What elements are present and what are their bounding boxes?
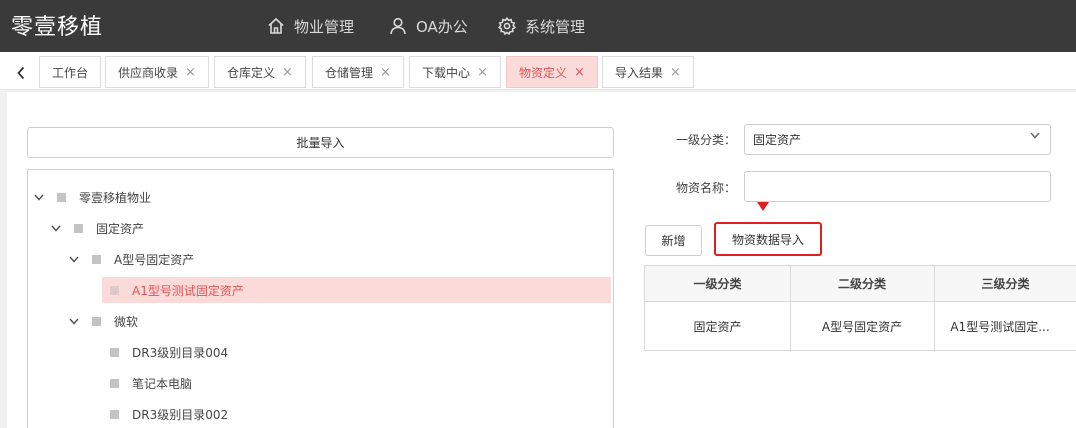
- tree-node-label: DR3级别目录002: [132, 407, 229, 422]
- user-icon: [390, 17, 406, 35]
- tab-label: 仓库定义: [227, 65, 276, 80]
- table-header: 一级分类 二级分类 三级分类: [645, 266, 1076, 302]
- chevron-down-icon[interactable]: [50, 225, 62, 232]
- tree-node-type-a[interactable]: A型号固定资产: [68, 246, 194, 272]
- batch-import-button[interactable]: 批量导入: [27, 127, 614, 158]
- folder-icon: [74, 223, 83, 233]
- folder-icon: [110, 347, 119, 357]
- tab-supplier[interactable]: 供应商收录 ×: [105, 56, 209, 88]
- nav-label: 物业管理: [294, 17, 355, 36]
- category-select-value: 固定资产: [753, 133, 802, 147]
- tab-download-center[interactable]: 下载中心 ×: [409, 56, 501, 88]
- folder-icon: [92, 254, 101, 264]
- tree-node-laptop[interactable]: 笔记本电脑: [110, 370, 192, 396]
- column-divider: [790, 266, 791, 352]
- tab-label: 下载中心: [422, 65, 471, 80]
- column-header: 三级分类: [981, 277, 1030, 291]
- tab-import-result[interactable]: 导入结果 ×: [602, 56, 694, 88]
- chevron-down-icon[interactable]: [33, 194, 45, 201]
- table-cell: 固定资产: [693, 319, 742, 334]
- tab-warehouse-definition[interactable]: 仓库定义 ×: [214, 56, 306, 88]
- material-table: 一级分类 二级分类 三级分类 固定资产 A型号固定资产 A1型号测试固定...: [644, 265, 1076, 352]
- column-header: 二级分类: [837, 277, 886, 291]
- tree-node-label: 固定资产: [96, 221, 145, 236]
- close-icon[interactable]: ×: [574, 65, 585, 80]
- tab-storage-management[interactable]: 仓储管理 ×: [312, 56, 404, 88]
- tabs-back-button[interactable]: [8, 59, 34, 87]
- tree-node-a1-selected[interactable]: A1型号测试固定资产: [102, 277, 611, 303]
- table-cell: A1型号测试固定...: [950, 319, 1050, 334]
- tree-node-label: A型号固定资产: [114, 252, 195, 267]
- tree-node-fixed-assets[interactable]: 固定资产: [50, 215, 144, 241]
- chevron-down-icon: [1030, 129, 1040, 142]
- column-divider: [934, 266, 935, 352]
- close-icon[interactable]: ×: [282, 65, 293, 80]
- tree-node-microsoft[interactable]: 微软: [68, 308, 138, 334]
- close-icon[interactable]: ×: [670, 65, 681, 80]
- tab-label: 物资定义: [519, 65, 568, 80]
- close-icon[interactable]: ×: [477, 65, 488, 80]
- tab-material-definition[interactable]: 物资定义 ×: [506, 56, 598, 88]
- tree-node-dr3-004[interactable]: DR3级别目录004: [110, 339, 228, 365]
- nav-oa-office[interactable]: OA办公: [388, 0, 468, 52]
- close-icon[interactable]: ×: [185, 65, 196, 80]
- tree-node-label: 微软: [114, 314, 139, 329]
- tree-node-label: 零壹移植物业: [79, 190, 152, 205]
- category-select[interactable]: 固定资产: [744, 124, 1051, 155]
- app-brand: 零壹移植: [11, 15, 104, 40]
- material-data-import-button[interactable]: 物资数据导入: [714, 222, 822, 256]
- column-header: 一级分类: [693, 277, 742, 291]
- tab-label: 仓储管理: [325, 65, 374, 80]
- folder-icon: [92, 316, 101, 326]
- chevron-down-icon[interactable]: [68, 318, 80, 325]
- folder-icon: [110, 285, 119, 295]
- category-tree: 零壹移植物业 固定资产 A型号固定资产 A1型号测试固定资产 微软 DR3级别目…: [27, 169, 614, 428]
- gear-icon: [498, 16, 516, 36]
- tree-node-root[interactable]: 零壹移植物业: [33, 184, 151, 210]
- material-name-input[interactable]: [744, 171, 1051, 202]
- nav-property-management[interactable]: 物业管理: [266, 0, 354, 52]
- tab-label: 工作台: [52, 65, 89, 80]
- table-row[interactable]: 固定资产 A型号固定资产 A1型号测试固定...: [645, 302, 1076, 350]
- top-header: 零壹移植 物业管理 OA办公 系统管理: [0, 0, 1076, 52]
- tree-node-dr3-002[interactable]: DR3级别目录002: [110, 401, 228, 427]
- annotation-arrow-marker: [757, 202, 769, 211]
- nav-label: 系统管理: [525, 17, 586, 36]
- table-cell: A型号固定资产: [821, 319, 903, 334]
- tree-node-label: DR3级别目录004: [132, 345, 229, 360]
- nav-label: OA办公: [416, 17, 468, 36]
- tab-bar: 工作台 供应商收录 × 仓库定义 × 仓储管理 × 下载中心 × 物资定义 × …: [0, 52, 1076, 90]
- tab-label: 导入结果: [615, 65, 664, 80]
- home-icon: [268, 17, 284, 34]
- tab-workbench[interactable]: 工作台: [39, 56, 102, 88]
- tab-label: 供应商收录: [118, 65, 179, 80]
- close-icon[interactable]: ×: [380, 65, 391, 80]
- add-button[interactable]: 新增: [645, 225, 702, 256]
- nav-system-management[interactable]: 系统管理: [497, 0, 585, 52]
- folder-icon: [57, 192, 66, 202]
- material-name-label: 物资名称：: [676, 181, 737, 195]
- chevron-down-icon[interactable]: [68, 256, 80, 263]
- chevron-left-icon: [17, 66, 25, 80]
- tree-node-label: 笔记本电脑: [132, 376, 193, 391]
- folder-icon: [110, 378, 119, 388]
- tree-node-label: A1型号测试固定资产: [132, 283, 244, 298]
- category-label: 一级分类：: [676, 133, 737, 147]
- folder-icon: [110, 409, 119, 419]
